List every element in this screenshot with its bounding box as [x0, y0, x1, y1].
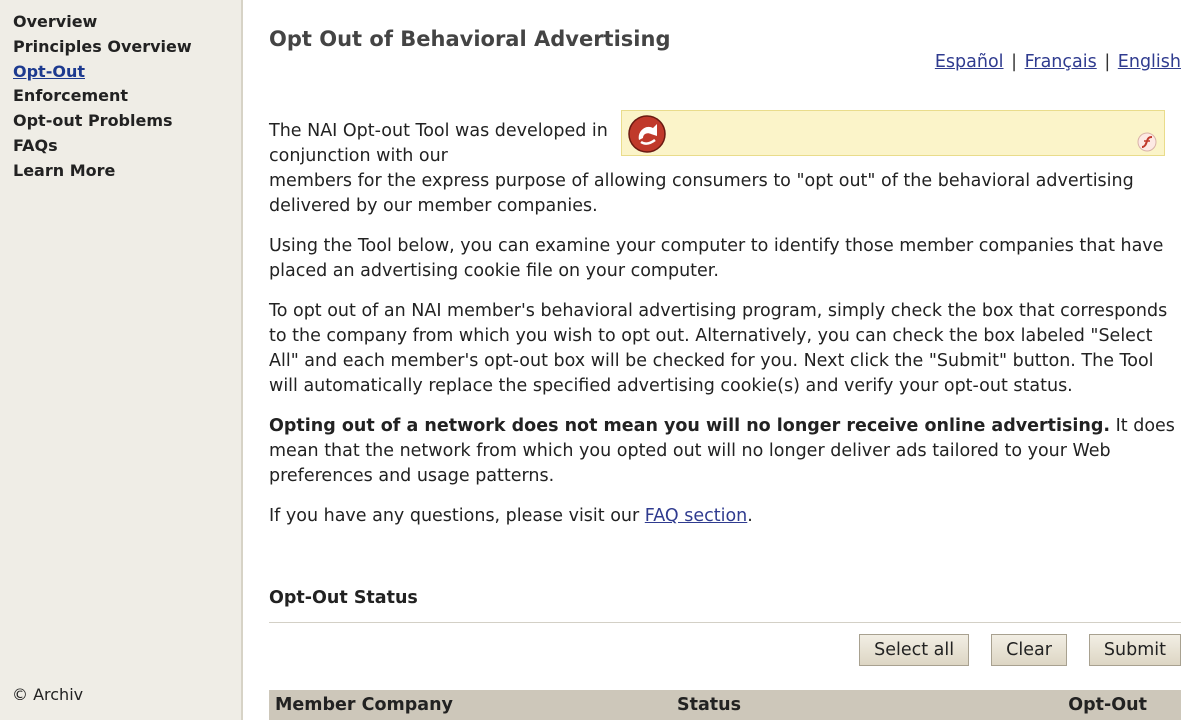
copyright-notice: © Archiv: [12, 685, 84, 704]
language-separator: |: [1011, 52, 1018, 72]
main-content: Opt Out of Behavioral Advertising Españo…: [269, 0, 1181, 720]
paragraph-instructions: To opt out of an NAI member's behavioral…: [269, 301, 1168, 396]
intro-text: The NAI Opt-out Tool was developed in co…: [269, 119, 1181, 529]
column-header-status: Status: [677, 695, 742, 715]
language-link-french[interactable]: Français: [1025, 52, 1097, 72]
sidebar-item-opt-out-problems[interactable]: Opt-out Problems: [13, 109, 192, 134]
paragraph-intro-start: The NAI Opt-out Tool was developed in co…: [269, 121, 608, 166]
paragraph-intro-rest: members for the express purpose of allow…: [269, 171, 1134, 216]
notice-bold-text: Opting out of a network does not mean yo…: [269, 416, 1111, 436]
sidebar-item-overview[interactable]: Overview: [13, 10, 192, 35]
select-all-button[interactable]: Select all: [859, 634, 970, 666]
opt-out-status-heading: Opt-Out Status: [269, 588, 418, 608]
language-link-spanish[interactable]: Español: [935, 52, 1004, 72]
language-link-english[interactable]: English: [1118, 52, 1181, 72]
sidebar-item-enforcement[interactable]: Enforcement: [13, 84, 192, 109]
questions-text: If you have any questions, please visit …: [269, 506, 645, 526]
action-buttons: Select all Clear Submit: [859, 634, 1181, 666]
questions-period: .: [747, 506, 753, 526]
sidebar-nav: Overview Principles Overview Opt-Out Enf…: [13, 10, 192, 184]
sidebar: Overview Principles Overview Opt-Out Enf…: [0, 0, 243, 720]
sidebar-item-principles-overview[interactable]: Principles Overview: [13, 35, 192, 60]
clear-button[interactable]: Clear: [991, 634, 1067, 666]
faq-section-link[interactable]: FAQ section: [645, 506, 748, 526]
paragraph-tool: Using the Tool below, you can examine yo…: [269, 236, 1164, 281]
sidebar-item-learn-more[interactable]: Learn More: [13, 159, 192, 184]
divider: [269, 622, 1181, 623]
column-header-member-company: Member Company: [275, 695, 453, 715]
member-table-header: Member Company Status Opt-Out: [269, 690, 1181, 720]
language-separator: |: [1104, 52, 1111, 72]
column-header-opt-out: Opt-Out: [1068, 695, 1147, 715]
sidebar-item-faqs[interactable]: FAQs: [13, 134, 192, 159]
submit-button[interactable]: Submit: [1088, 634, 1181, 666]
paragraph-intro: The NAI Opt-out Tool was developed in co…: [269, 119, 1181, 219]
page-title: Opt Out of Behavioral Advertising: [269, 27, 671, 51]
paragraph-notice: Opting out of a network does not mean yo…: [269, 414, 1181, 489]
paragraph-questions: If you have any questions, please visit …: [269, 504, 1181, 529]
sidebar-item-opt-out[interactable]: Opt-Out: [13, 60, 192, 85]
language-switcher: Español | Français | English: [935, 52, 1181, 72]
